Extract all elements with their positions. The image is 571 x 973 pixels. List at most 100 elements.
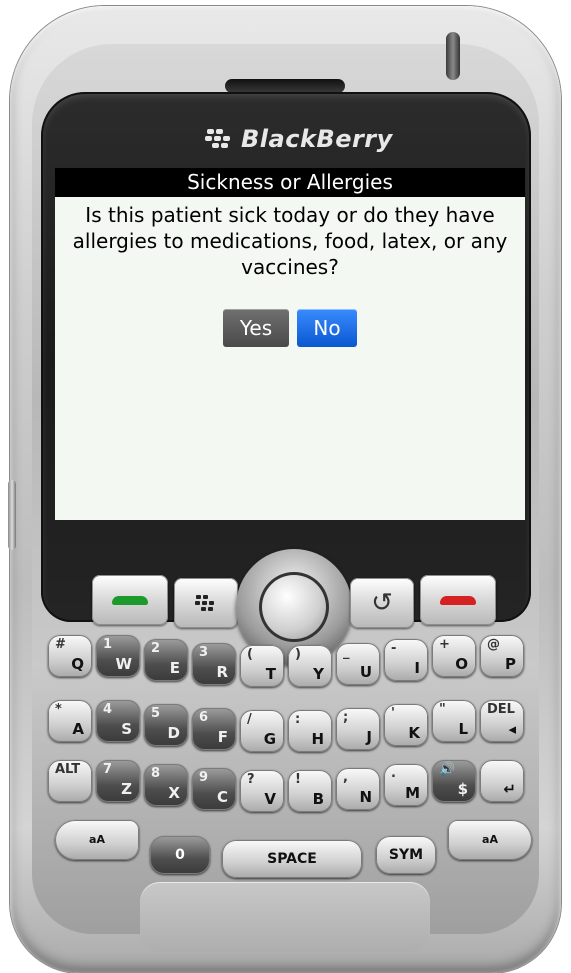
key-main-label: ↵ (503, 780, 516, 798)
key-alt-label: 8 (151, 766, 161, 781)
key-main-label: D (167, 724, 180, 742)
shift-left-key[interactable]: aA (55, 820, 139, 860)
space-key[interactable]: SPACE (222, 840, 362, 878)
key-main-label: B (312, 790, 324, 808)
no-button[interactable]: No (297, 309, 357, 347)
blackberry-menu-icon (195, 595, 217, 611)
end-call-button[interactable] (420, 575, 496, 625)
brand-name: BlackBerry (241, 125, 393, 153)
key-row2-9[interactable]: DEL ◂ (480, 700, 524, 742)
key-row3-9[interactable]: ↵ (480, 760, 524, 802)
key-row1-1[interactable]: 1W (96, 635, 140, 677)
key-alt-label: ? (247, 772, 255, 787)
key-alt-label: ALT (55, 762, 81, 777)
key-row1-8[interactable]: + O (432, 635, 476, 677)
key-row2-3[interactable]: 6F (192, 708, 236, 750)
key-main-label: H (311, 730, 324, 748)
key-alt-label: @ (487, 637, 500, 652)
key-main-label: W (115, 655, 132, 673)
key-row3-8[interactable]: 🔊 $ (432, 760, 476, 802)
zero-key[interactable]: 0 (150, 836, 210, 874)
shift-right-key[interactable]: aA (448, 820, 532, 860)
key-main-label: J (366, 728, 372, 746)
key-alt-label: ! (295, 772, 301, 787)
key-row1-0[interactable]: # Q (48, 635, 92, 677)
key-row2-1[interactable]: 4S (96, 700, 140, 742)
key-alt-label: # (55, 637, 66, 652)
key-main-label: ◂ (508, 720, 516, 738)
sym-key[interactable]: SYM (376, 836, 436, 874)
side-convenience-key[interactable] (8, 480, 16, 550)
key-row3-1[interactable]: 7Z (96, 760, 140, 802)
key-row1-7[interactable]: -I (384, 639, 428, 681)
key-row3-2[interactable]: 8X (144, 764, 188, 806)
key-row3-6[interactable]: ,N (336, 768, 380, 810)
key-main-label: V (264, 790, 276, 808)
key-alt-label: DEL (487, 702, 515, 717)
key-row2-6[interactable]: ; J (336, 708, 380, 750)
key-main-label: O (455, 655, 468, 673)
dialog-title: Sickness or Allergies (55, 168, 525, 197)
key-alt-label: 3 (199, 645, 209, 660)
call-button[interactable] (92, 575, 168, 625)
key-main-label: $ (457, 780, 468, 798)
key-row3-5[interactable]: ! B (288, 770, 332, 812)
blackberry-logo-icon (205, 128, 235, 150)
end-call-icon (440, 595, 476, 605)
earpiece-speaker (225, 79, 345, 93)
key-main-label: N (359, 788, 372, 806)
key-alt-label: : (295, 712, 301, 727)
key-row2-5[interactable]: :H (288, 710, 332, 752)
key-row1-5[interactable]: ) Y (288, 645, 332, 687)
key-row2-7[interactable]: ' K (384, 704, 428, 746)
key-row3-0[interactable]: ALT (48, 760, 92, 802)
menu-button[interactable] (174, 578, 238, 628)
key-main-label: R (216, 663, 228, 681)
key-alt-label: ; (343, 710, 349, 725)
back-button[interactable]: ↺ (350, 578, 414, 628)
key-row2-2[interactable]: 5D (144, 704, 188, 746)
phone-chin (140, 882, 430, 952)
key-main-label: Z (121, 780, 132, 798)
key-main-label: P (505, 655, 516, 673)
key-alt-label: _ (343, 645, 350, 660)
key-main-label: M (405, 784, 420, 802)
key-row3-3[interactable]: 9C (192, 768, 236, 810)
key-main-label: L (458, 720, 468, 738)
trackball[interactable] (259, 572, 329, 642)
yes-button[interactable]: Yes (223, 309, 289, 347)
key-row1-4[interactable]: (T (240, 645, 284, 687)
blackberry-logo: BlackBerry (205, 122, 393, 156)
key-row1-6[interactable]: _ U (336, 643, 380, 685)
key-alt-label: " (439, 702, 446, 717)
dialog-question: Is this patient sick today or do they ha… (72, 203, 508, 279)
device-screen: Sickness or Allergies Is this patient si… (55, 168, 525, 520)
key-row1-3[interactable]: 3R (192, 643, 236, 685)
top-power-button[interactable] (446, 32, 460, 80)
key-alt-label: 4 (103, 702, 113, 717)
key-row2-0[interactable]: * A (48, 700, 92, 742)
key-alt-label: - (391, 641, 397, 656)
key-main-label: A (72, 720, 84, 738)
key-row2-8[interactable]: " L (432, 700, 476, 742)
key-alt-label: 1 (103, 637, 113, 652)
key-row1-2[interactable]: 2E (144, 639, 188, 681)
key-row2-4[interactable]: / G (240, 710, 284, 752)
key-main-label: C (216, 788, 228, 806)
key-main-label: F (217, 728, 228, 746)
key-row3-4[interactable]: ? V (240, 770, 284, 812)
key-row3-7[interactable]: .M (384, 764, 428, 806)
answer-buttons: Yes No (223, 309, 357, 347)
key-alt-label: 2 (151, 641, 161, 656)
key-row1-9[interactable]: @ P (480, 635, 524, 677)
key-alt-label: 🔊 (439, 762, 456, 777)
key-main-label: Y (313, 665, 324, 683)
key-alt-label: ) (295, 647, 301, 662)
key-main-label: G (263, 730, 276, 748)
call-icon (112, 595, 148, 605)
key-alt-label: 9 (199, 770, 209, 785)
key-main-label: S (121, 720, 132, 738)
key-main-label: K (408, 724, 420, 742)
back-icon: ↺ (371, 588, 393, 618)
key-alt-label: / (247, 712, 252, 727)
